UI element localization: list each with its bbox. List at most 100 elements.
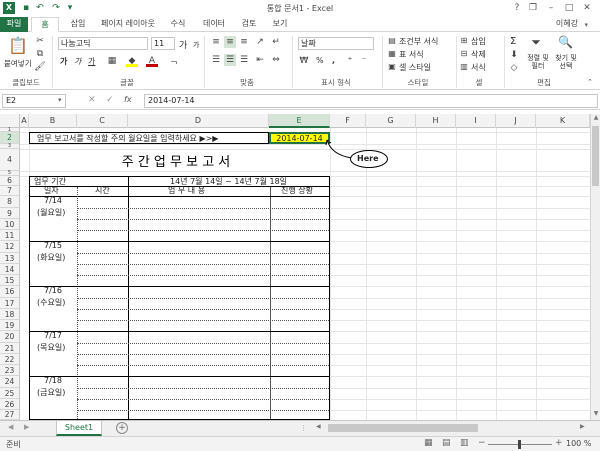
paste-button[interactable]: 붙여넣기: [4, 58, 32, 69]
zoom-slider[interactable]: [488, 440, 552, 449]
orientation-icon[interactable]: ↗: [254, 36, 266, 48]
hscroll-thumb[interactable]: [328, 424, 478, 432]
row-header[interactable]: 6: [0, 176, 20, 186]
row-header[interactable]: 27: [0, 410, 20, 420]
tab-file[interactable]: 파일: [0, 17, 28, 32]
zoom-out-button[interactable]: −: [478, 438, 486, 448]
page-break-view-icon[interactable]: ▥: [460, 438, 469, 448]
row-header[interactable]: 23: [0, 365, 20, 376]
sheet-tab-sheet1[interactable]: Sheet1: [56, 421, 102, 436]
sheet-tab-split-icon[interactable]: ⋮: [300, 424, 307, 432]
scroll-thumb[interactable]: [592, 126, 599, 186]
cell-styles-icon[interactable]: ▣: [386, 61, 398, 73]
sort-filter-button[interactable]: 정렬 및 필터: [526, 54, 550, 70]
maximize-button[interactable]: □: [562, 2, 576, 14]
row-header[interactable]: 10: [0, 219, 20, 230]
number-format-select[interactable]: 날짜: [298, 37, 374, 50]
tab-review[interactable]: 검토: [234, 17, 264, 32]
merge-center-icon[interactable]: ⇔: [270, 54, 282, 66]
page-layout-view-icon[interactable]: ▤: [442, 438, 451, 448]
row-header[interactable]: 16: [0, 286, 20, 298]
tab-home[interactable]: 홈: [31, 17, 59, 32]
collapse-ribbon-icon[interactable]: ⌃: [584, 76, 596, 88]
row-header[interactable]: 4: [0, 149, 20, 171]
date-input-cell[interactable]: 2014-07-14: [269, 132, 330, 144]
row-header[interactable]: 19: [0, 320, 20, 331]
italic-button[interactable]: 가: [74, 56, 81, 67]
tab-page-layout[interactable]: 페이지 레이아웃: [96, 17, 160, 32]
fill-icon[interactable]: ⬇: [508, 49, 520, 61]
phonetic-icon[interactable]: ᆨ: [168, 55, 180, 67]
align-right-icon[interactable]: ☰: [238, 54, 250, 66]
format-painter-icon[interactable]: 🖌: [34, 61, 46, 73]
fill-color-icon[interactable]: ◆: [126, 55, 138, 67]
insert-cells-icon[interactable]: ⊞: [458, 35, 470, 47]
grow-font-button[interactable]: 가: [179, 38, 187, 51]
underline-button[interactable]: 가: [88, 56, 95, 67]
row-header[interactable]: 8: [0, 196, 20, 208]
enter-icon[interactable]: ✓: [106, 95, 114, 105]
bold-button[interactable]: 가: [60, 56, 67, 67]
find-select-icon[interactable]: 🔍: [558, 36, 573, 48]
scroll-down-icon[interactable]: ▼: [592, 410, 600, 420]
help-button[interactable]: ?: [510, 2, 524, 14]
column-header-j[interactable]: J: [496, 114, 536, 128]
vertical-scrollbar[interactable]: ▲ ▼: [590, 114, 600, 420]
font-size-select[interactable]: 11: [151, 37, 175, 50]
align-top-icon[interactable]: ≡: [210, 36, 222, 48]
find-select-button[interactable]: 찾기 및 선택: [552, 54, 580, 70]
font-name-select[interactable]: 나눔고딕: [58, 37, 148, 50]
ribbon-display-button[interactable]: ❐: [526, 2, 540, 14]
format-table-icon[interactable]: ▦: [386, 48, 398, 60]
tab-formulas[interactable]: 수식: [163, 17, 193, 32]
select-all-button[interactable]: [0, 114, 20, 128]
wrap-text-icon[interactable]: ↵: [270, 36, 282, 48]
hscroll-left-icon[interactable]: ◀: [316, 423, 321, 430]
hscroll-right-icon[interactable]: ▶: [580, 423, 585, 430]
row-header[interactable]: 20: [0, 331, 20, 343]
sheet-prev-icon[interactable]: ◀: [8, 423, 13, 431]
row-header[interactable]: 17: [0, 298, 20, 309]
autosum-button[interactable]: Σ: [510, 36, 516, 47]
tab-data[interactable]: 데이터: [196, 17, 232, 32]
close-button[interactable]: ✕: [580, 2, 594, 14]
row-header[interactable]: 21: [0, 343, 20, 354]
row-header[interactable]: 26: [0, 399, 20, 410]
borders-icon[interactable]: ▦: [106, 55, 118, 67]
formula-input[interactable]: 2014-07-14: [144, 94, 598, 108]
zoom-level[interactable]: 100 %: [566, 439, 591, 448]
normal-view-icon[interactable]: ▦: [424, 438, 433, 448]
row-header[interactable]: 9: [0, 208, 20, 219]
row-header[interactable]: 22: [0, 354, 20, 365]
row-header[interactable]: 15: [0, 275, 20, 286]
delete-cells-icon[interactable]: ⊟: [458, 48, 470, 60]
insert-function-button[interactable]: fx: [124, 95, 132, 104]
format-cells-icon[interactable]: ▥: [458, 61, 470, 73]
name-box-dropdown-icon[interactable]: ▾: [58, 96, 62, 104]
format-cells-button[interactable]: 서식: [471, 62, 486, 73]
column-header-g[interactable]: G: [366, 114, 416, 128]
name-box[interactable]: E2: [2, 94, 66, 108]
zoom-in-button[interactable]: +: [555, 438, 563, 448]
copy-icon[interactable]: ⧉: [34, 48, 46, 60]
cell-styles-button[interactable]: 셀 스타일: [399, 62, 431, 73]
row-header[interactable]: 13: [0, 253, 20, 264]
currency-icon[interactable]: ₩: [298, 55, 310, 67]
tab-view[interactable]: 보기: [266, 17, 294, 32]
shrink-font-button[interactable]: 가: [193, 40, 199, 50]
column-header-k[interactable]: K: [536, 114, 590, 128]
column-header-b[interactable]: B: [29, 114, 77, 128]
zoom-slider-thumb[interactable]: [518, 440, 521, 449]
row-header[interactable]: 11: [0, 230, 20, 241]
user-dropdown-icon[interactable]: ▾: [584, 21, 588, 29]
cut-icon[interactable]: ✂: [34, 35, 46, 47]
format-table-button[interactable]: 표 서식: [399, 49, 424, 60]
row-header[interactable]: 25: [0, 388, 20, 399]
conditional-format-icon[interactable]: ▤: [386, 35, 398, 47]
align-center-icon[interactable]: ☰: [224, 54, 236, 66]
sort-filter-icon[interactable]: ⏷: [530, 36, 542, 48]
minimize-button[interactable]: –: [544, 2, 558, 14]
indent-decrease-icon[interactable]: ⇤: [254, 54, 266, 66]
comma-button[interactable]: ,: [332, 56, 335, 65]
column-header-e[interactable]: E: [269, 114, 330, 128]
